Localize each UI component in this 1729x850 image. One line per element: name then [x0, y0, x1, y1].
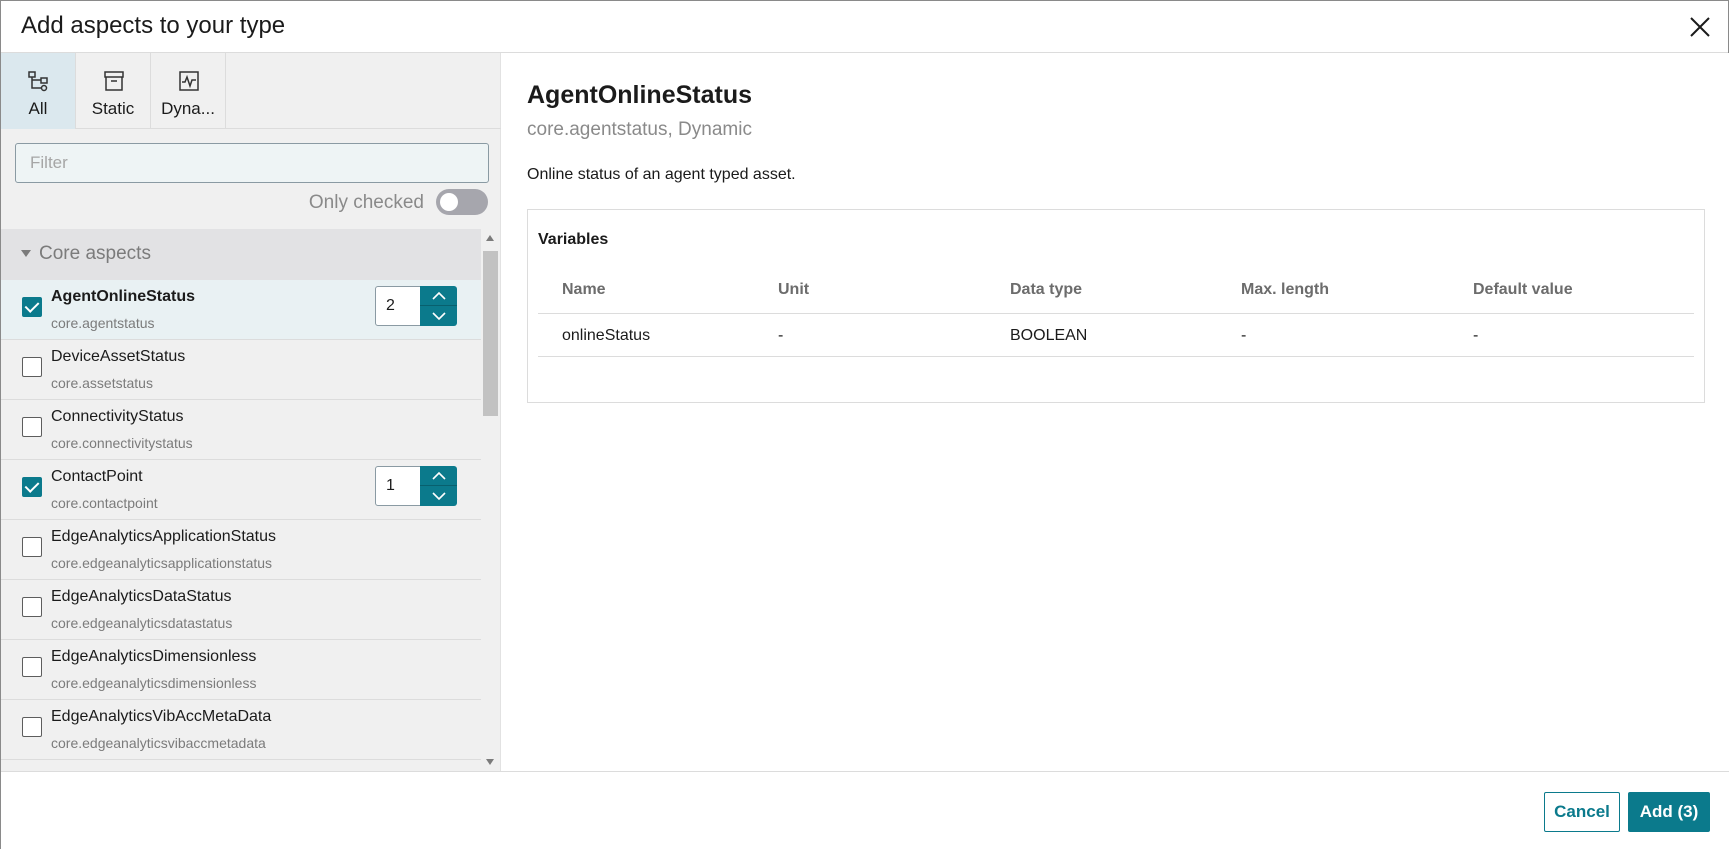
- list-item[interactable]: EdgeAnalyticsDataStatus core.edgeanalyti…: [1, 580, 481, 640]
- list-item[interactable]: ConnectivityStatus core.connectivitystat…: [1, 400, 481, 460]
- list-scrollbar[interactable]: [482, 229, 499, 771]
- only-checked-toggle[interactable]: [436, 189, 488, 215]
- increment-button[interactable]: [420, 466, 457, 486]
- group-label: Core aspects: [39, 243, 151, 264]
- add-button[interactable]: Add (3): [1628, 792, 1710, 832]
- item-checkbox[interactable]: [22, 297, 42, 317]
- item-checkbox[interactable]: [22, 657, 42, 677]
- item-name: EdgeAnalyticsApplicationStatus: [51, 528, 277, 545]
- tab-all-label: All: [28, 99, 48, 118]
- list-item[interactable]: ContactPoint core.contactpoint 1: [1, 460, 481, 520]
- column-header: Default value: [1473, 281, 1573, 298]
- aspect-list: Core aspects AgentOnlineStatus core.agen…: [1, 229, 481, 771]
- list-item[interactable]: DeviceAssetStatus core.assetstatus: [1, 340, 481, 400]
- dialog-footer: Cancel Add (3): [1, 771, 1729, 850]
- decrement-button[interactable]: [420, 306, 457, 326]
- add-aspects-dialog: Add aspects to your type All Static Dyna…: [0, 0, 1729, 850]
- tab-dynamic[interactable]: Dyna...: [151, 53, 226, 129]
- table-cell: onlineStatus: [562, 327, 651, 344]
- scroll-down-arrow-icon[interactable]: [486, 759, 494, 765]
- toggle-knob: [440, 193, 458, 211]
- variables-table: Name Unit Data type Max. length Default …: [538, 268, 1694, 357]
- item-name: EdgeAnalyticsVibAccMetaData: [51, 708, 272, 725]
- caret-down-icon: [21, 250, 31, 257]
- item-name: ConnectivityStatus: [51, 408, 184, 425]
- table-cell: -: [778, 327, 784, 344]
- detail-subtitle: core.agentstatus, Dynamic: [527, 119, 752, 140]
- table-header-row: Name Unit Data type Max. length Default …: [538, 268, 1694, 314]
- quantity-stepper: 1: [375, 466, 457, 506]
- cancel-button[interactable]: Cancel: [1544, 792, 1620, 832]
- item-id: core.edgeanalyticsapplicationstatus: [51, 555, 273, 571]
- chevron-down-icon: [432, 312, 446, 321]
- archive-icon: [104, 71, 124, 91]
- column-header: Data type: [1010, 281, 1083, 298]
- tab-static-label: Static: [91, 99, 135, 118]
- item-name: AgentOnlineStatus: [51, 288, 196, 305]
- item-id: core.edgeanalyticsvibaccmetadata: [51, 735, 266, 751]
- item-checkbox[interactable]: [22, 537, 42, 557]
- item-name: DeviceAssetStatus: [51, 348, 186, 365]
- table-cell: -: [1473, 327, 1479, 344]
- item-checkbox[interactable]: [22, 717, 42, 737]
- hierarchy-icon: [28, 71, 48, 92]
- close-icon[interactable]: [1686, 13, 1714, 41]
- quantity-input[interactable]: 2: [375, 286, 421, 326]
- group-core-aspects[interactable]: Core aspects: [1, 229, 481, 280]
- aspect-detail-panel: AgentOnlineStatus core.agentstatus, Dyna…: [501, 53, 1729, 771]
- quantity-input[interactable]: 1: [375, 466, 421, 506]
- item-name: ContactPoint: [51, 468, 143, 485]
- filter-input[interactable]: [15, 143, 489, 183]
- item-id: core.assetstatus: [51, 375, 153, 391]
- item-id: core.contactpoint: [51, 495, 158, 511]
- scrollbar-thumb[interactable]: [483, 251, 498, 416]
- dialog-header: Add aspects to your type: [1, 1, 1728, 53]
- item-checkbox[interactable]: [22, 357, 42, 377]
- item-id: core.connectivitystatus: [51, 435, 193, 451]
- tab-static[interactable]: Static: [76, 53, 151, 129]
- detail-title: AgentOnlineStatus: [527, 81, 753, 109]
- column-header: Unit: [778, 281, 810, 298]
- only-checked-toggle-group: Only checked: [188, 189, 488, 215]
- list-item[interactable]: AgentOnlineStatus core.agentstatus 2: [1, 280, 481, 340]
- scroll-up-arrow-icon[interactable]: [486, 235, 494, 241]
- detail-description: Online status of an agent typed asset.: [527, 166, 796, 183]
- list-item[interactable]: EdgeAnalyticsApplicationStatus core.edge…: [1, 520, 481, 580]
- only-checked-label: Only checked: [308, 192, 424, 213]
- item-checkbox[interactable]: [22, 597, 42, 617]
- item-name: EdgeAnalyticsDimensionless: [51, 648, 257, 665]
- dialog-title: Add aspects to your type: [21, 12, 286, 39]
- item-name: EdgeAnalyticsDataStatus: [51, 588, 232, 605]
- aspect-selector-panel: All Static Dyna... Only checked Core asp…: [1, 53, 501, 771]
- item-id: core.edgeanalyticsdimensionless: [51, 675, 257, 691]
- tab-dynamic-label: Dyna...: [161, 99, 215, 118]
- column-header: Max. length: [1241, 281, 1330, 298]
- table-cell: BOOLEAN: [1010, 327, 1088, 344]
- tab-all[interactable]: All: [1, 53, 76, 129]
- chevron-up-icon: [432, 291, 446, 300]
- chevron-up-icon: [432, 471, 446, 480]
- list-item[interactable]: EdgeAnalyticsDimensionless core.edgeanal…: [1, 640, 481, 700]
- table-cell: -: [1241, 327, 1247, 344]
- chart-icon: [179, 71, 199, 91]
- quantity-stepper: 2: [375, 286, 457, 326]
- variables-title: Variables: [538, 231, 609, 248]
- aspect-type-tabs: All Static Dyna...: [1, 53, 501, 129]
- item-checkbox[interactable]: [22, 417, 42, 437]
- variables-box: Variables Name Unit Data type Max. lengt…: [527, 209, 1705, 403]
- column-header: Name: [562, 281, 606, 298]
- item-checkbox[interactable]: [22, 477, 42, 497]
- item-id: core.edgeanalyticsdatastatus: [51, 615, 233, 631]
- chevron-down-icon: [432, 492, 446, 501]
- list-item[interactable]: EdgeAnalyticsVibAccMetaData core.edgeana…: [1, 700, 481, 760]
- table-row: onlineStatus - BOOLEAN - -: [538, 314, 1694, 357]
- item-id: core.agentstatus: [51, 315, 155, 331]
- increment-button[interactable]: [420, 286, 457, 306]
- decrement-button[interactable]: [420, 486, 457, 506]
